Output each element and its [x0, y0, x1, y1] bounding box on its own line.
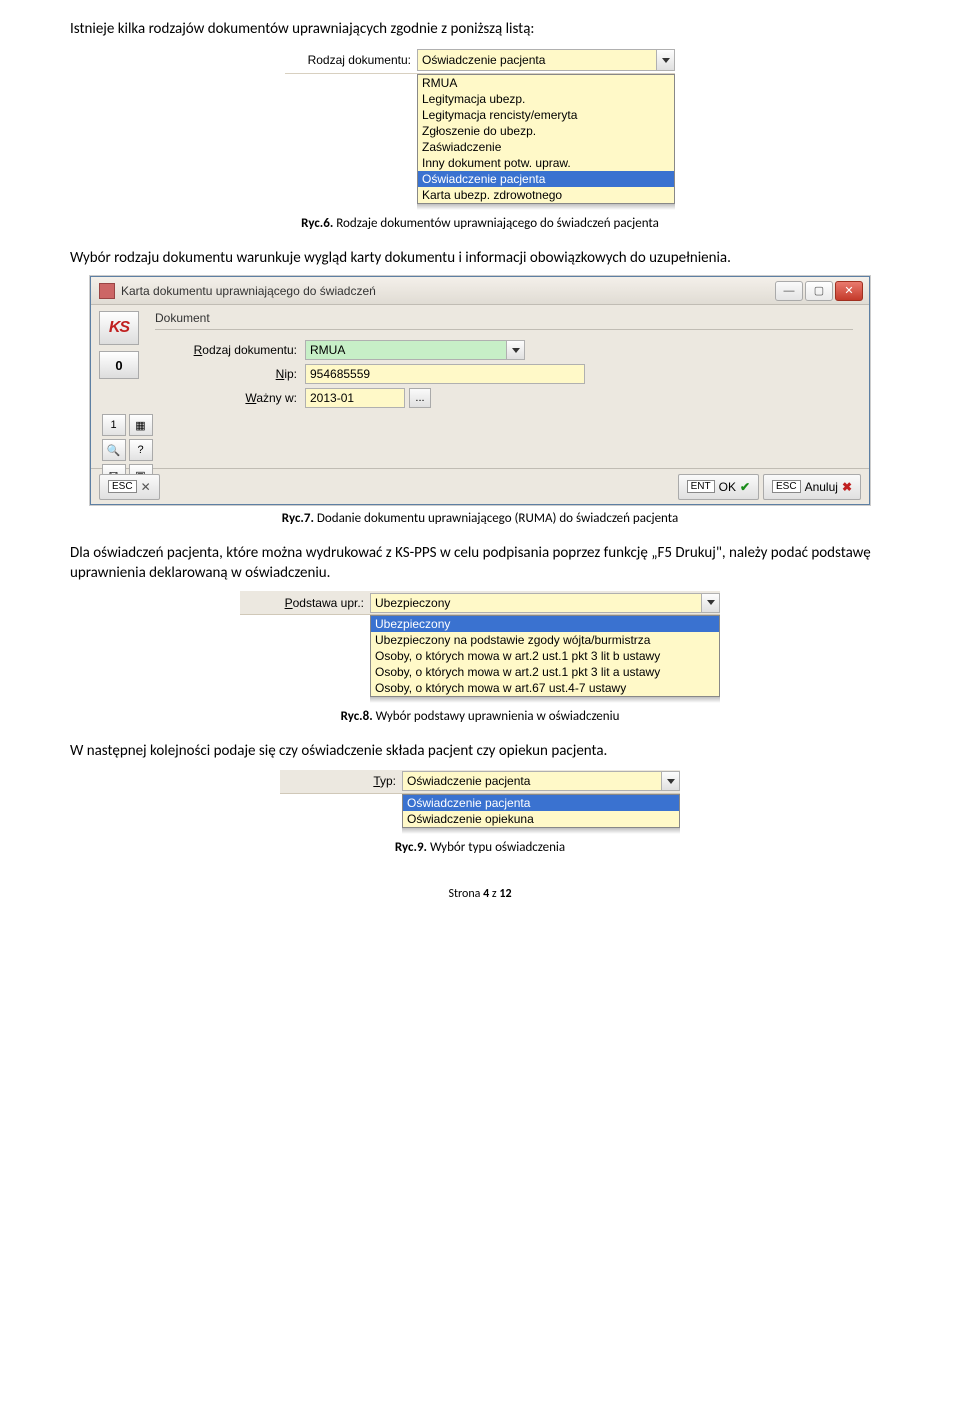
ok-button[interactable]: ENT OK ✔ — [678, 474, 759, 500]
chevron-down-icon[interactable] — [701, 594, 719, 612]
dd2-list[interactable]: UbezpieczonyUbezpieczony na podstawie zg… — [370, 615, 720, 697]
chevron-down-icon[interactable] — [661, 772, 679, 790]
paragraph-intro: Istnieje kilka rodzajów dokumentów upraw… — [70, 20, 890, 40]
caption-ryc9: Ryc.9. Wybór typu oświadczenia — [70, 840, 890, 855]
dd2-value: Ubezpieczony — [375, 596, 450, 610]
shadow — [417, 204, 675, 210]
esc-close-button[interactable]: ESC✕ — [99, 474, 160, 500]
label-wazny: Ważny w: — [155, 391, 305, 405]
dd1-option[interactable]: Legitymacja rencisty/emeryta — [418, 107, 674, 123]
field-wazny-w[interactable]: 2013-01 — [305, 388, 405, 408]
dd1-label: Rodzaj dokumentu: — [285, 53, 417, 67]
titlebar: Karta dokumentu uprawniającego do świadc… — [91, 277, 869, 305]
shadow — [370, 697, 720, 703]
paragraph-2: Wybór rodzaju dokumentu warunkuje wygląd… — [70, 249, 890, 269]
dd2-combobox[interactable]: Ubezpieczony — [370, 593, 720, 613]
browse-button[interactable]: ... — [409, 388, 431, 408]
dd3-label: Typ: — [284, 774, 402, 788]
field-nip[interactable]: 954685559 — [305, 364, 585, 384]
side-small-button-1[interactable]: 1 — [102, 414, 126, 436]
dropdown-rodzaj-dokumentu: Rodzaj dokumentu: Oświadczenie pacjenta … — [285, 48, 675, 210]
dd1-list[interactable]: RMUALegitymacja ubezp.Legitymacja rencis… — [417, 74, 675, 204]
window-title: Karta dokumentu uprawniającego do świadc… — [121, 284, 775, 298]
label-rodzaj: Rodzaj dokumentu: — [155, 343, 305, 357]
dropdown-typ: Typ: Oświadczenie pacjenta Oświadczenie … — [280, 770, 680, 834]
dd1-option[interactable]: Zaświadczenie — [418, 139, 674, 155]
window-karta-dokumentu: Karta dokumentu uprawniającego do świadc… — [90, 276, 870, 505]
maximize-button[interactable]: ▢ — [805, 281, 833, 301]
app-logo: KS — [99, 311, 139, 345]
dropdown-podstawa-upr: Podstawa upr.: Ubezpieczony Ubezpieczony… — [240, 591, 720, 703]
minimize-button[interactable]: — — [775, 281, 803, 301]
side-button-zero[interactable]: 0 — [99, 351, 139, 379]
dd1-option[interactable]: Oświadczenie pacjenta — [418, 171, 674, 187]
calculator-icon[interactable]: ▦ — [129, 414, 153, 436]
dd3-value: Oświadczenie pacjenta — [407, 774, 530, 788]
paragraph-3: Dla oświadczeń pacjenta, które można wyd… — [70, 544, 890, 583]
dd2-option[interactable]: Osoby, o których mowa w art.2 ust.1 pkt … — [371, 648, 719, 664]
dd3-combobox[interactable]: Oświadczenie pacjenta — [402, 771, 680, 791]
search-icon[interactable]: 🔍 — [102, 439, 126, 461]
dd3-option[interactable]: Oświadczenie pacjenta — [403, 795, 679, 811]
caption-ryc7: Ryc.7. Dodanie dokumentu uprawniającego … — [70, 511, 890, 526]
label-nip: Nip: — [155, 367, 305, 381]
caption-ryc6: Ryc.6. Rodzaje dokumentów uprawniającego… — [70, 216, 890, 231]
dd1-option[interactable]: RMUA — [418, 75, 674, 91]
dd2-option[interactable]: Osoby, o których mowa w art.2 ust.1 pkt … — [371, 664, 719, 680]
cancel-button[interactable]: ESC Anuluj ✖ — [763, 474, 861, 500]
dd3-list[interactable]: Oświadczenie pacjentaOświadczenie opieku… — [402, 794, 680, 828]
help-icon[interactable]: ? — [129, 439, 153, 461]
dd1-option[interactable]: Legitymacja ubezp. — [418, 91, 674, 107]
dd2-option[interactable]: Ubezpieczony na podstawie zgody wójta/bu… — [371, 632, 719, 648]
dd1-value: Oświadczenie pacjenta — [422, 53, 545, 67]
dd2-option[interactable]: Ubezpieczony — [371, 616, 719, 632]
chevron-down-icon[interactable] — [506, 341, 524, 359]
app-icon — [99, 283, 115, 299]
dd1-combobox[interactable]: Oświadczenie pacjenta — [417, 49, 675, 71]
dd1-option[interactable]: Karta ubezp. zdrowotnego — [418, 187, 674, 203]
shadow — [402, 828, 680, 834]
caption-ryc8: Ryc.8. Wybór podstawy uprawnienia w oświ… — [70, 709, 890, 724]
close-button[interactable]: ✕ — [835, 281, 863, 301]
dd1-option[interactable]: Zgłoszenie do ubezp. — [418, 123, 674, 139]
dd1-option[interactable]: Inny dokument potw. upraw. — [418, 155, 674, 171]
dd3-option[interactable]: Oświadczenie opiekuna — [403, 811, 679, 827]
dd2-label: Podstawa upr.: — [244, 596, 370, 610]
dd2-option[interactable]: Osoby, o których mowa w art.67 ust.4-7 u… — [371, 680, 719, 696]
field-rodzaj-dokumentu[interactable]: RMUA — [305, 340, 525, 360]
page-footer: Strona 4 z 12 — [70, 887, 890, 901]
paragraph-4: W następnej kolejności podaje się czy oś… — [70, 742, 890, 762]
chevron-down-icon[interactable] — [656, 50, 674, 70]
group-title-dokument: Dokument — [155, 311, 853, 325]
